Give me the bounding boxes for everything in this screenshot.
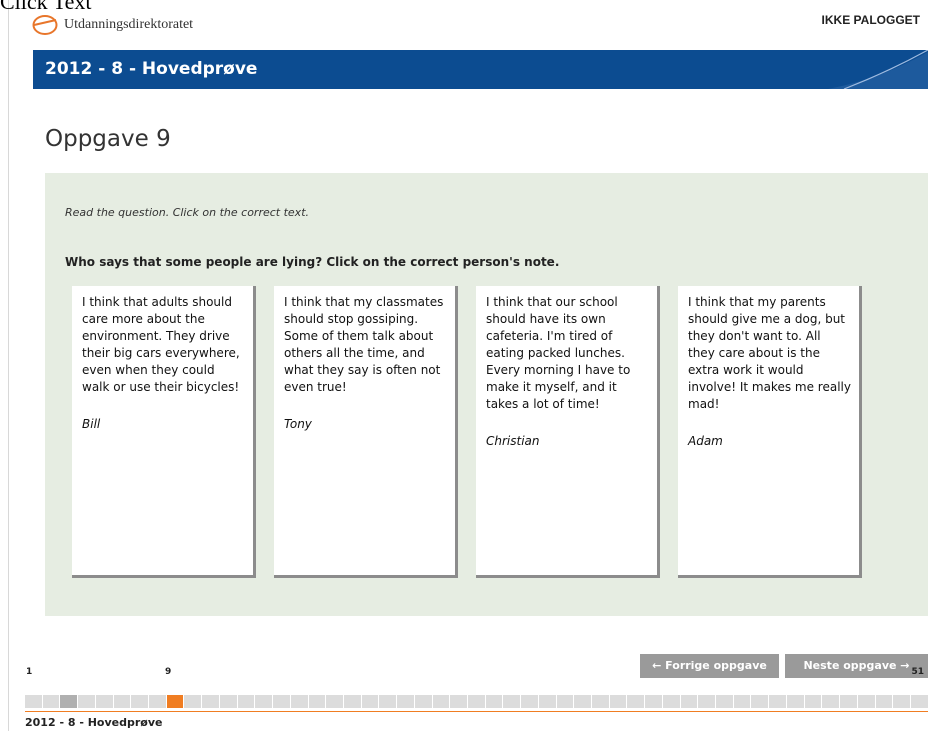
progress-segment-31[interactable] bbox=[556, 695, 574, 708]
progress-segment-21[interactable] bbox=[379, 695, 397, 708]
login-status[interactable]: IKKE PALOGGET bbox=[822, 13, 920, 27]
question-text: Who says that some people are lying? Cli… bbox=[65, 255, 560, 269]
progress-segment-13[interactable] bbox=[237, 695, 255, 708]
progress-segment-27[interactable] bbox=[485, 695, 503, 708]
progress-segment-19[interactable] bbox=[343, 695, 361, 708]
note-card-christian[interactable]: I think that our school should have its … bbox=[476, 286, 660, 578]
progress-segment-17[interactable] bbox=[308, 695, 326, 708]
progress-segment-32[interactable] bbox=[574, 695, 591, 708]
note-author: Adam bbox=[688, 434, 723, 448]
progress-segment-23[interactable] bbox=[414, 695, 432, 708]
progress-segment-7[interactable] bbox=[131, 695, 149, 708]
progress-segment-26[interactable] bbox=[467, 695, 485, 708]
progress-segment-25[interactable] bbox=[450, 695, 467, 708]
note-text: I think that our school should have its … bbox=[486, 295, 631, 411]
progress-segment-6[interactable] bbox=[113, 695, 131, 708]
progress-segment-36[interactable] bbox=[645, 695, 662, 708]
progress-segment-43[interactable] bbox=[769, 695, 786, 708]
progress-segment-20[interactable] bbox=[361, 695, 379, 708]
banner-swoosh-icon bbox=[828, 50, 928, 89]
banner-title: 2012 - 8 - Hovedprøve bbox=[45, 59, 258, 79]
note-author: Bill bbox=[82, 417, 101, 431]
progress-segment-48[interactable] bbox=[857, 695, 875, 708]
progress-segment-38[interactable] bbox=[680, 695, 698, 708]
note-card-bill[interactable]: I think that adults should care more abo… bbox=[72, 286, 256, 578]
progress-segment-10[interactable] bbox=[184, 695, 202, 708]
progress-segment-3[interactable] bbox=[60, 695, 78, 708]
progress-segment-50[interactable] bbox=[893, 695, 910, 708]
progress-segment-37[interactable] bbox=[662, 695, 680, 708]
org-name: Utdanningsdirektoratet bbox=[64, 17, 194, 32]
task-title: Oppgave 9 bbox=[45, 126, 171, 152]
note-text: I think that adults should care more abo… bbox=[82, 295, 240, 394]
progress-segment-46[interactable] bbox=[822, 695, 840, 708]
progress-segment-28[interactable] bbox=[503, 695, 521, 708]
progress-segment-24[interactable] bbox=[432, 695, 450, 708]
progress-segment-16[interactable] bbox=[290, 695, 308, 708]
note-card-tony[interactable]: I think that my classmates should stop g… bbox=[274, 286, 458, 578]
udir-logo-icon bbox=[32, 15, 58, 35]
progress-segment-15[interactable] bbox=[273, 695, 290, 708]
task-progress-bar[interactable] bbox=[25, 695, 928, 708]
note-text: I think that my parents should give me a… bbox=[688, 295, 851, 411]
progress-segment-42[interactable] bbox=[751, 695, 769, 708]
question-panel: Read the question. Click on the correct … bbox=[45, 173, 928, 616]
progress-segment-39[interactable] bbox=[698, 695, 716, 708]
instruction-text: Read the question. Click on the correct … bbox=[65, 206, 309, 219]
site-logo[interactable]: Utdanningsdirektoratet bbox=[32, 14, 193, 36]
progress-segment-4[interactable] bbox=[78, 695, 95, 708]
previous-task-button[interactable]: ← Forrige oppgave bbox=[640, 654, 779, 678]
next-task-button[interactable]: Neste oppgave → bbox=[785, 654, 928, 678]
caption-text: Click Text bbox=[0, 0, 92, 14]
note-author: Christian bbox=[486, 434, 540, 448]
progress-segment-22[interactable] bbox=[397, 695, 414, 708]
progress-current-number: 9 bbox=[165, 667, 172, 677]
progress-segment-9[interactable] bbox=[166, 695, 184, 708]
note-author: Tony bbox=[284, 417, 312, 431]
progress-segment-5[interactable] bbox=[95, 695, 113, 708]
progress-segment-11[interactable] bbox=[202, 695, 219, 708]
footer-divider bbox=[25, 711, 928, 712]
progress-segment-2[interactable] bbox=[42, 695, 60, 708]
progress-segment-29[interactable] bbox=[521, 695, 538, 708]
progress-segment-33[interactable] bbox=[592, 695, 609, 708]
footer-title: 2012 - 8 - Hovedprøve bbox=[25, 716, 163, 729]
note-text: I think that my classmates should stop g… bbox=[284, 295, 444, 394]
progress-segment-41[interactable] bbox=[733, 695, 751, 708]
progress-segment-35[interactable] bbox=[627, 695, 645, 708]
progress-first-number: 1 bbox=[26, 667, 33, 677]
page-left-border bbox=[8, 0, 9, 731]
progress-segment-14[interactable] bbox=[255, 695, 273, 708]
test-banner: 2012 - 8 - Hovedprøve bbox=[33, 50, 928, 89]
progress-segment-40[interactable] bbox=[716, 695, 733, 708]
progress-segment-45[interactable] bbox=[804, 695, 822, 708]
progress-segment-51[interactable] bbox=[910, 695, 928, 708]
progress-segment-30[interactable] bbox=[538, 695, 556, 708]
progress-last-number: 51 bbox=[911, 667, 924, 677]
progress-segment-49[interactable] bbox=[875, 695, 893, 708]
progress-segment-18[interactable] bbox=[326, 695, 343, 708]
progress-segment-1[interactable] bbox=[25, 695, 42, 708]
note-card-adam[interactable]: I think that my parents should give me a… bbox=[678, 286, 862, 578]
progress-segment-47[interactable] bbox=[840, 695, 857, 708]
progress-segment-12[interactable] bbox=[219, 695, 237, 708]
progress-segment-34[interactable] bbox=[609, 695, 627, 708]
progress-segment-44[interactable] bbox=[786, 695, 804, 708]
progress-segment-8[interactable] bbox=[149, 695, 166, 708]
